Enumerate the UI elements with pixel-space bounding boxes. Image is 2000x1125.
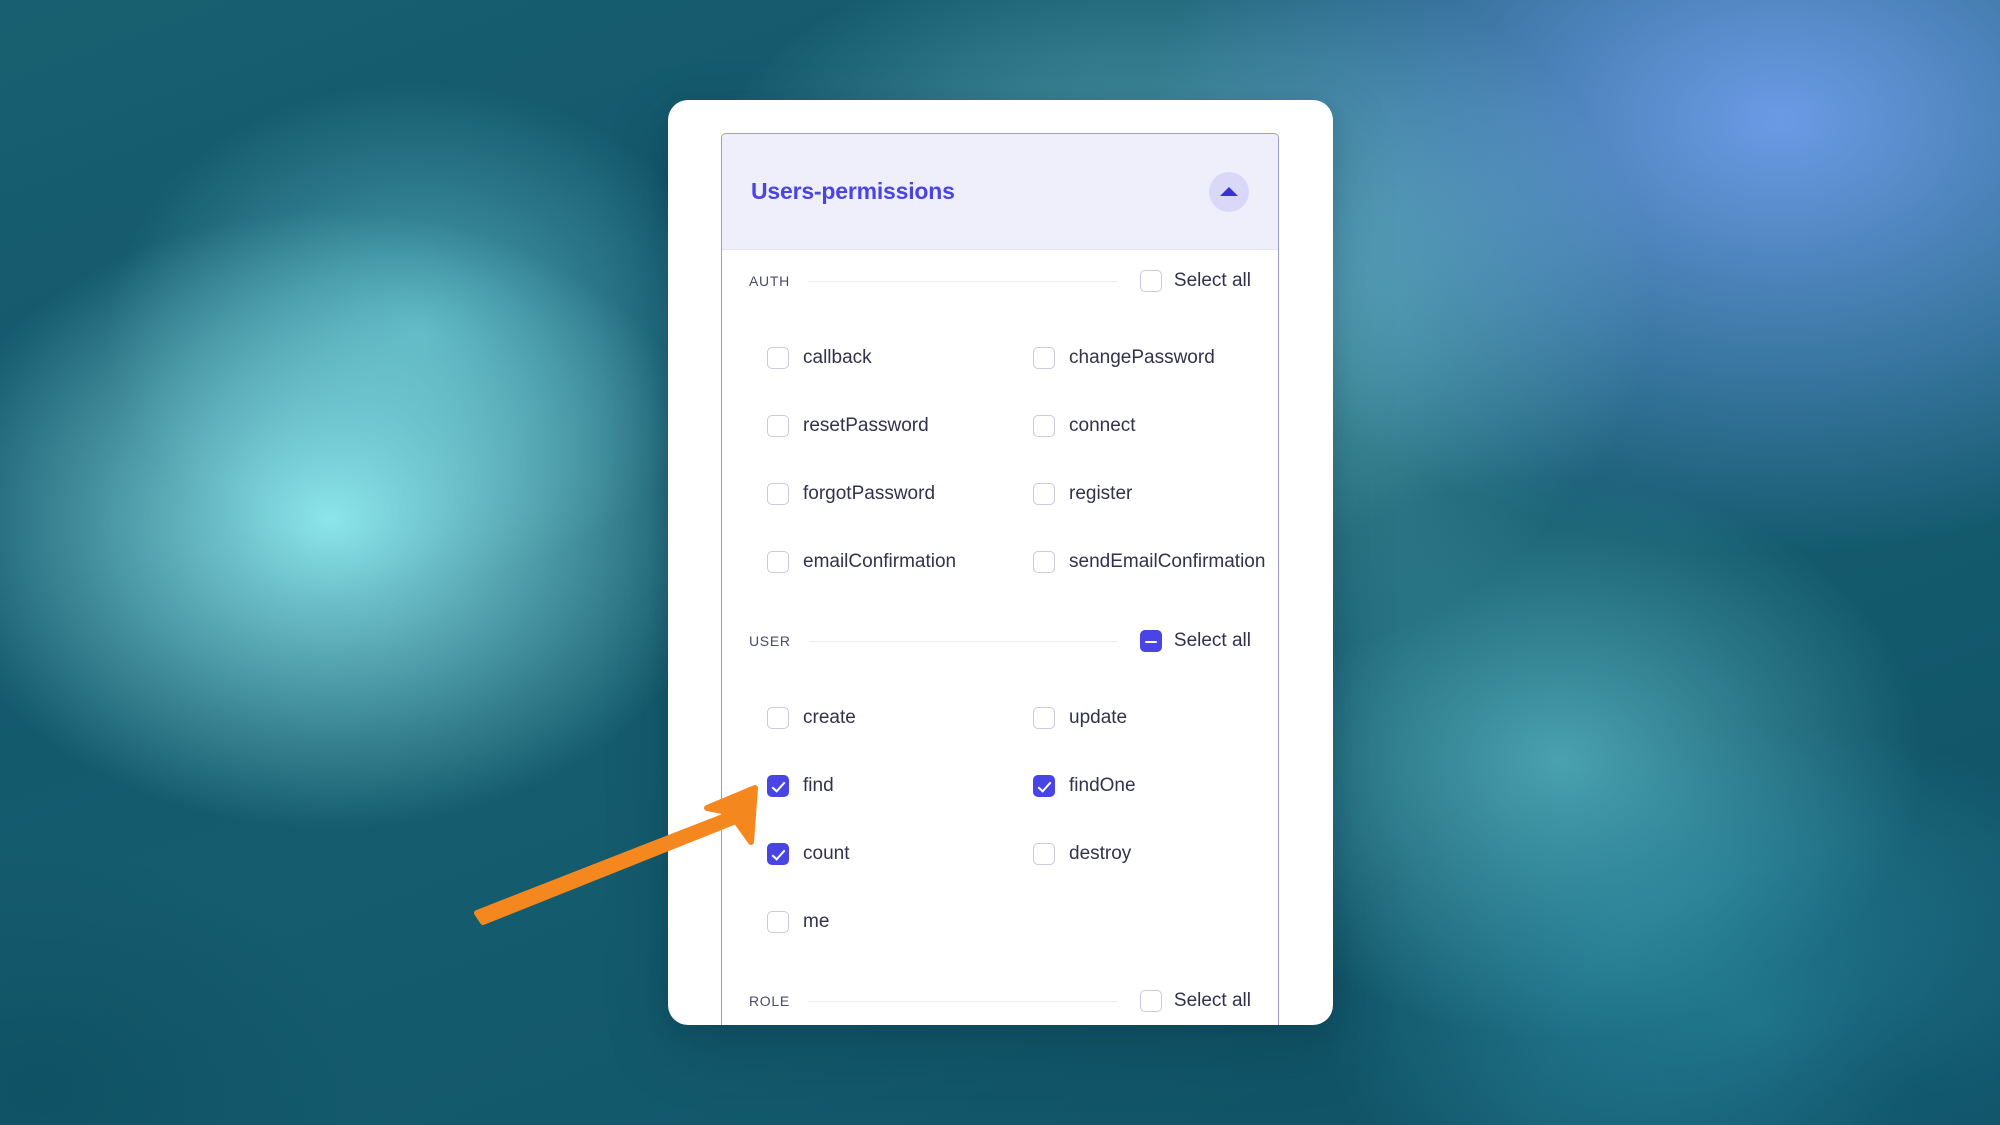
section-header-user: USER Select all [749, 610, 1251, 672]
permission-item-create[interactable]: create [749, 684, 1015, 752]
select-all-role-checkbox[interactable] [1139, 990, 1162, 1012]
section-divider [807, 280, 1118, 282]
permission-label: me [803, 911, 830, 932]
checkbox-create[interactable] [767, 707, 789, 729]
section-header-auth: AUTH Select all [749, 250, 1251, 312]
select-all-user-label: Select all [1173, 630, 1251, 651]
checkbox-emailconfirmation[interactable] [767, 551, 789, 573]
checkbox-update[interactable] [1033, 707, 1055, 729]
permission-item-find[interactable]: find [749, 752, 1015, 820]
permission-label: findOne [1069, 775, 1136, 796]
permission-item-register[interactable]: register [1015, 460, 1265, 528]
permission-label: forgotPassword [803, 483, 936, 504]
permission-item-me[interactable]: me [749, 888, 1015, 956]
checkbox-destroy[interactable] [1033, 843, 1055, 865]
permission-item-count[interactable]: count [749, 820, 1015, 888]
select-all-role[interactable]: Select all [1118, 990, 1251, 1012]
grid-filler [1015, 888, 1251, 956]
permission-item-emailconfirmation[interactable]: emailConfirmation [749, 528, 1015, 596]
permission-item-connect[interactable]: connect [1015, 392, 1265, 460]
permission-label: sendEmailConfirmation [1069, 551, 1266, 572]
permission-item-callback[interactable]: callback [749, 324, 1015, 392]
permission-item-update[interactable]: update [1015, 684, 1251, 752]
users-permissions-panel: Users-permissions AUTH Select all callba… [721, 133, 1279, 1025]
permission-label: update [1069, 707, 1128, 728]
checkbox-forgotpassword[interactable] [767, 483, 789, 505]
permission-label: find [803, 775, 834, 796]
checkbox-changepassword[interactable] [1033, 347, 1055, 369]
checkbox-resetpassword[interactable] [767, 415, 789, 437]
permission-grid-user: create update find findOne count destroy… [749, 672, 1251, 970]
checkbox-callback[interactable] [767, 347, 789, 369]
permission-item-findone[interactable]: findOne [1015, 752, 1251, 820]
panel-header: Users-permissions [722, 134, 1278, 250]
permission-item-changepassword[interactable]: changePassword [1015, 324, 1265, 392]
checkbox-count[interactable] [767, 843, 789, 865]
permission-item-sendemailconfirmation[interactable]: sendEmailConfirmation [1015, 528, 1265, 596]
permission-label: destroy [1069, 843, 1132, 864]
permissions-card: Users-permissions AUTH Select all callba… [668, 100, 1333, 1025]
checkbox-me[interactable] [767, 911, 789, 933]
checkbox-find[interactable] [767, 775, 789, 797]
section-label-user: USER [749, 633, 791, 649]
select-all-user[interactable]: Select all [1118, 630, 1251, 652]
permission-label: register [1069, 483, 1133, 504]
permission-item-forgotpassword[interactable]: forgotPassword [749, 460, 1015, 528]
select-all-role-label: Select all [1173, 990, 1251, 1011]
select-all-user-checkbox[interactable] [1139, 630, 1162, 652]
permission-label: changePassword [1069, 347, 1215, 368]
select-all-auth-checkbox[interactable] [1139, 270, 1162, 292]
chevron-up-glyph [1220, 187, 1238, 196]
checkbox-sendemailconfirmation[interactable] [1033, 551, 1055, 573]
section-divider [808, 640, 1118, 642]
section-header-role: ROLE Select all [749, 970, 1251, 1025]
permission-item-destroy[interactable]: destroy [1015, 820, 1251, 888]
select-all-auth-label: Select all [1173, 270, 1251, 291]
checkbox-connect[interactable] [1033, 415, 1055, 437]
checkbox-findone[interactable] [1033, 775, 1055, 797]
section-divider [807, 1000, 1118, 1002]
panel-body: AUTH Select all callback changePassword [722, 250, 1278, 1025]
permission-label: resetPassword [803, 415, 929, 436]
panel-title: Users-permissions [751, 178, 955, 204]
permission-label: emailConfirmation [803, 551, 957, 572]
permission-label: count [803, 843, 850, 864]
permission-label: create [803, 707, 856, 728]
section-label-role: ROLE [749, 993, 790, 1009]
permission-grid-auth: callback changePassword resetPassword co… [749, 312, 1265, 610]
permission-item-resetpassword[interactable]: resetPassword [749, 392, 1015, 460]
permission-label: connect [1069, 415, 1136, 436]
checkbox-register[interactable] [1033, 483, 1055, 505]
permission-label: callback [803, 347, 872, 368]
chevron-up-icon[interactable] [1209, 171, 1249, 212]
select-all-auth[interactable]: Select all [1118, 270, 1251, 292]
section-label-auth: AUTH [749, 273, 790, 289]
